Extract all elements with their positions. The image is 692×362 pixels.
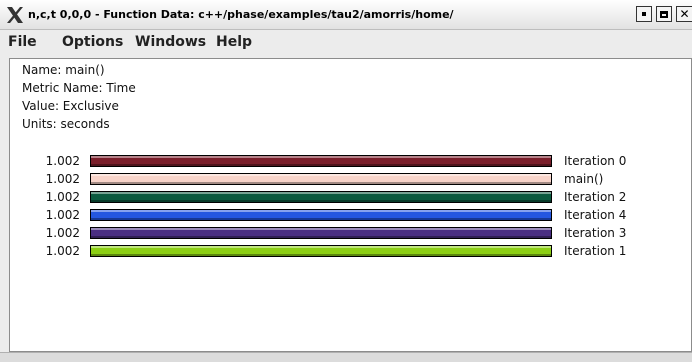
menu-bar: File Options Windows Help [0,30,692,56]
bar-label: main() [564,172,604,186]
bar-row[interactable]: 1.002 Iteration 1 [10,243,692,260]
function-data-panel: Name: main() Metric Name: Time Value: Ex… [9,58,692,352]
menu-windows[interactable]: Windows [135,34,206,50]
function-name: Name: main() [22,63,105,77]
bar-value: 1.002 [45,190,80,204]
bar-label: Iteration 4 [564,208,627,222]
bar[interactable] [90,191,552,203]
bar-value: 1.002 [45,244,80,258]
bar[interactable] [90,173,552,185]
x-window-icon [7,7,23,23]
title-bar[interactable]: n,c,t 0,0,0 - Function Data: c++/phase/e… [0,0,692,30]
bar-row[interactable]: 1.002 Iteration 2 [10,189,692,206]
close-icon: ✕ [679,7,690,21]
minimize-icon [642,12,646,16]
bar-label: Iteration 2 [564,190,627,204]
bar-row[interactable]: 1.002 main() [10,171,692,188]
maximize-icon [660,10,668,18]
minimize-button[interactable] [636,6,652,22]
bar[interactable] [90,155,552,167]
bar-value: 1.002 [45,226,80,240]
units: Units: seconds [22,117,110,131]
value-type: Value: Exclusive [22,99,119,113]
bar-value: 1.002 [45,154,80,168]
bar-value: 1.002 [45,208,80,222]
window-bottom-edge [0,352,692,362]
bar-row[interactable]: 1.002 Iteration 4 [10,207,692,224]
bar-label: Iteration 3 [564,226,627,240]
bar-row[interactable]: 1.002 Iteration 0 [10,153,692,170]
menu-options[interactable]: Options [62,34,123,50]
bar[interactable] [90,227,552,239]
window-title: n,c,t 0,0,0 - Function Data: c++/phase/e… [28,8,454,21]
metric-name: Metric Name: Time [22,81,136,95]
menu-help[interactable]: Help [216,34,252,50]
close-button[interactable]: ✕ [676,6,692,22]
bar[interactable] [90,209,552,221]
bar-row[interactable]: 1.002 Iteration 3 [10,225,692,242]
menu-file[interactable]: File [8,34,37,50]
bar-label: Iteration 1 [564,244,627,258]
maximize-button[interactable] [656,6,672,22]
bar-label: Iteration 0 [564,154,627,168]
bar-value: 1.002 [45,172,80,186]
bar[interactable] [90,245,552,257]
